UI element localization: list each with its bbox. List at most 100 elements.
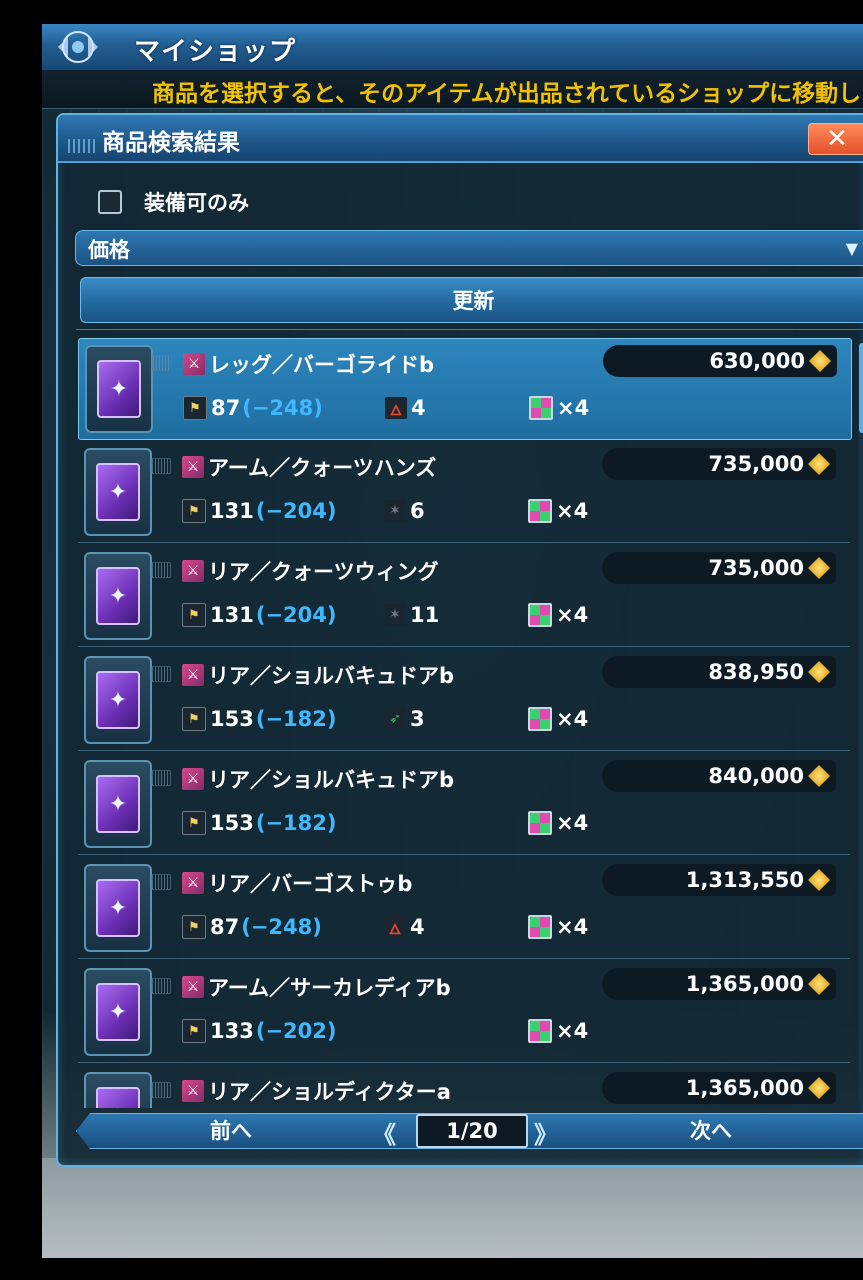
equippable-only-checkbox[interactable] (98, 190, 122, 214)
list-item[interactable]: ✦ ⚔ リア／ショルバキュドアb 840,000 ⚑ 153 (−182) ×4 (78, 754, 850, 855)
armor-unit-icon: ✦ (97, 360, 141, 418)
slot-icon (529, 396, 553, 420)
slots: ×4 (528, 808, 588, 838)
armor-unit-icon: ✦ (96, 567, 140, 625)
slot-count: ×4 (556, 915, 589, 939)
price-box: 840,000 (602, 760, 836, 792)
armor-unit-icon: ✦ (96, 879, 140, 937)
item-name: ⚔ リア／クォーツウィング (182, 556, 439, 586)
double-chevron-left-icon[interactable]: 《 (372, 1115, 396, 1150)
update-button[interactable]: 更新 (80, 277, 863, 323)
slots: ×4 (528, 496, 588, 526)
price-box: 1,365,000 (602, 1072, 836, 1104)
item-name: ⚔ リア／ショルバキュドアb (182, 764, 454, 794)
requirement-value: 87 (210, 915, 240, 939)
meseta-icon (808, 661, 830, 683)
scrollbar[interactable] (859, 343, 863, 1103)
notice-text: 商品を選択すると、そのアイテムが出品されているショップに移動し (152, 81, 862, 107)
armor-unit-icon: ✦ (96, 775, 140, 833)
item-name-text: リア／ショルディクターa (208, 1080, 451, 1104)
item-name-text: レッグ／バーゴライドb (209, 353, 435, 377)
equippable-only-filter[interactable]: 装備可のみ (98, 187, 249, 217)
item-name: ⚔ リア／バーゴストゥb (182, 868, 412, 898)
price-box: 1,313,550 (602, 864, 836, 896)
scroll-thumb[interactable] (859, 343, 863, 433)
meseta-icon (808, 1077, 830, 1099)
item-name: ⚔ リア／ショルディクターa (182, 1076, 451, 1106)
requirement-value: 153 (210, 707, 254, 731)
element-value: 4 (411, 396, 426, 420)
requirement-diff: (−182) (255, 707, 337, 731)
item-name-text: リア／クォーツウィング (208, 560, 439, 584)
thumb-tag (151, 978, 171, 994)
price-box: 735,000 (602, 552, 836, 584)
thumb-tag (151, 1082, 171, 1098)
slot-icon (528, 915, 552, 939)
update-label: 更新 (452, 289, 495, 313)
unit-category-icon: ⚔ (182, 976, 204, 998)
list-item[interactable]: ✦ ⚔ リア／クォーツウィング 735,000 ⚑ 131 (−204) ✶ 11 ×4 (78, 546, 850, 647)
item-thumbnail: ✦ (85, 345, 153, 433)
list-item[interactable]: ✦ ⚔ リア／バーゴストゥb 1,313,550 ⚑ 87 (−248) 🜂 4 ×4 (78, 858, 850, 959)
item-name: ⚔ レッグ／バーゴライドb (183, 349, 434, 379)
item-name: ⚔ リア／ショルバキュドアb (182, 660, 454, 690)
divider (76, 329, 863, 330)
item-thumbnail: ✦ (84, 864, 152, 952)
element-value: 6 (410, 499, 425, 523)
list-item[interactable]: ✦ ⚔ アーム／サーカレディアb 1,365,000 ⚑ 133 (−202) ×4 (78, 962, 850, 1063)
chevron-down-icon: ▼ (845, 239, 858, 258)
thumb-tag (151, 874, 171, 890)
slots: ×4 (528, 912, 588, 942)
requirement-icon: ⚑ (182, 707, 206, 731)
slot-count: ×4 (556, 499, 589, 523)
requirement-icon: ⚑ (182, 915, 206, 939)
prev-page-button[interactable]: 前へ (116, 1113, 346, 1147)
fire-icon: 🜂 (385, 397, 407, 419)
slot-count: ×4 (556, 707, 589, 731)
dark-icon: ✶ (384, 604, 406, 626)
pager: 前へ 《 1/20 》 次へ (76, 1113, 863, 1150)
close-button[interactable]: ✕ (808, 123, 863, 155)
slots: ×4 (529, 393, 589, 423)
shop-emblem-icon (52, 26, 104, 68)
meseta-icon (808, 557, 830, 579)
item-name-text: アーム／サーカレディアb (208, 976, 451, 1000)
slot-count: ×4 (556, 811, 589, 835)
thumb-tag (151, 666, 171, 682)
item-thumbnail: ✦ (84, 656, 152, 744)
slot-icon (528, 1019, 552, 1043)
requirement-diff: (−248) (241, 915, 322, 939)
list-item[interactable]: ✦ ⚔ アーム／クォーツハンズ 735,000 ⚑ 131 (−204) ✶ 6 ×4 (78, 442, 850, 543)
notice-bar: 商品を選択すると、そのアイテムが出品されているショップに移動し (42, 70, 863, 109)
element-resist: ➶ 3 (384, 704, 425, 734)
unit-category-icon: ⚔ (183, 353, 205, 375)
slot-icon (528, 707, 552, 731)
unit-category-icon: ⚔ (182, 560, 204, 582)
next-page-button[interactable]: 次へ (596, 1113, 826, 1147)
double-chevron-right-icon[interactable]: 》 (534, 1115, 558, 1150)
price-box: 630,000 (603, 345, 837, 377)
requirement-value: 133 (210, 1019, 254, 1043)
list-item[interactable]: ✦ ⚔リア／ショルディクターa 1,365,000 (78, 1066, 850, 1108)
wind-icon: ➶ (384, 708, 406, 730)
thumb-tag (151, 562, 171, 578)
item-name-text: リア／ショルバキュドアb (208, 664, 455, 688)
armor-unit-icon: ✦ (96, 1087, 140, 1108)
requirement: ⚑ 131 (−204) (182, 496, 336, 526)
requirement-diff: (−204) (255, 603, 337, 627)
requirement-value: 87 (211, 396, 241, 420)
list-item[interactable]: ✦ ⚔ レッグ／バーゴライドb 630,000 ⚑ 87 (−248) 🜂 4 ×4 (78, 338, 852, 440)
close-icon: ✕ (826, 124, 848, 154)
slots: ×4 (528, 704, 588, 734)
element-value: 4 (410, 915, 425, 939)
armor-unit-icon: ✦ (96, 671, 140, 729)
search-result-panel: 商品検索結果 ✕ 装備可のみ 価格 ▼ 更新 ✦ ⚔ レッグ／バーゴライドb 630,… (56, 113, 863, 1167)
requirement: ⚑ 153 (−182) (182, 704, 336, 734)
list-item[interactable]: ✦ ⚔ リア／ショルバキュドアb 838,950 ⚑ 153 (−182) ➶ 3 ×4 (78, 650, 850, 751)
requirement-diff: (−204) (255, 499, 337, 523)
sort-select[interactable]: 価格 ▼ (75, 230, 863, 266)
slot-icon (528, 499, 552, 523)
requirement-diff: (−182) (255, 811, 337, 835)
page-indicator: 1/20 (416, 1114, 528, 1148)
slots: ×4 (528, 1016, 588, 1046)
